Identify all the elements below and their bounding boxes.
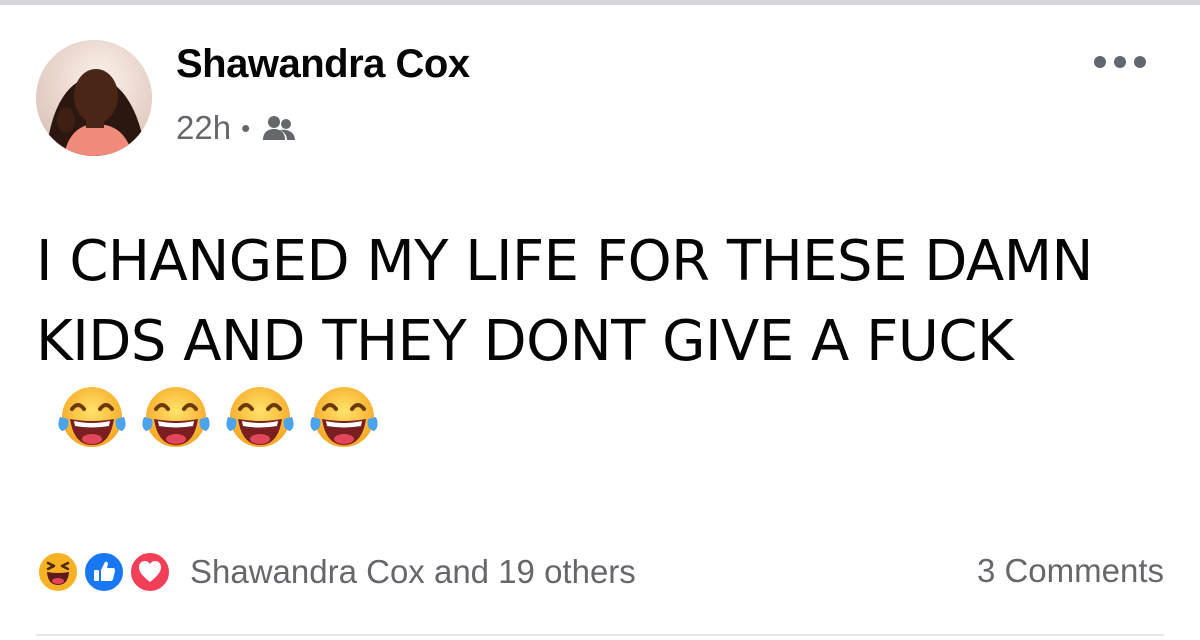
tears-of-joy-emoji <box>138 379 214 455</box>
haha-reaction-icon <box>36 550 80 594</box>
top-border <box>0 0 1200 5</box>
avatar-image <box>36 40 152 156</box>
reactions-bar[interactable]: Shawandra Cox and 19 others <box>36 548 636 596</box>
love-reaction-icon <box>128 550 172 594</box>
ellipsis-icon <box>1094 56 1146 68</box>
comments-count[interactable]: 3 Comments <box>977 552 1164 590</box>
post-body: I CHANGED MY LIFE FOR THESE DAMN KIDS AN… <box>36 222 1166 463</box>
tears-of-joy-emoji <box>54 379 130 455</box>
tears-of-joy-emoji <box>222 379 298 455</box>
author-name[interactable]: Shawandra Cox <box>176 42 470 87</box>
reaction-icons[interactable] <box>36 550 184 594</box>
reactions-summary[interactable]: Shawandra Cox and 19 others <box>190 553 636 591</box>
meta-separator: • <box>241 112 251 143</box>
tears-of-joy-emoji <box>306 379 382 455</box>
emoji-row <box>54 379 382 455</box>
friends-icon <box>262 114 296 142</box>
more-options-button[interactable] <box>1088 40 1152 84</box>
avatar[interactable] <box>36 40 152 156</box>
post-text: I CHANGED MY LIFE FOR THESE DAMN KIDS AN… <box>36 229 1093 374</box>
post-meta: 22h • <box>176 108 296 148</box>
post-timestamp[interactable]: 22h <box>176 109 231 147</box>
divider <box>36 634 1164 636</box>
like-reaction-icon <box>82 550 126 594</box>
